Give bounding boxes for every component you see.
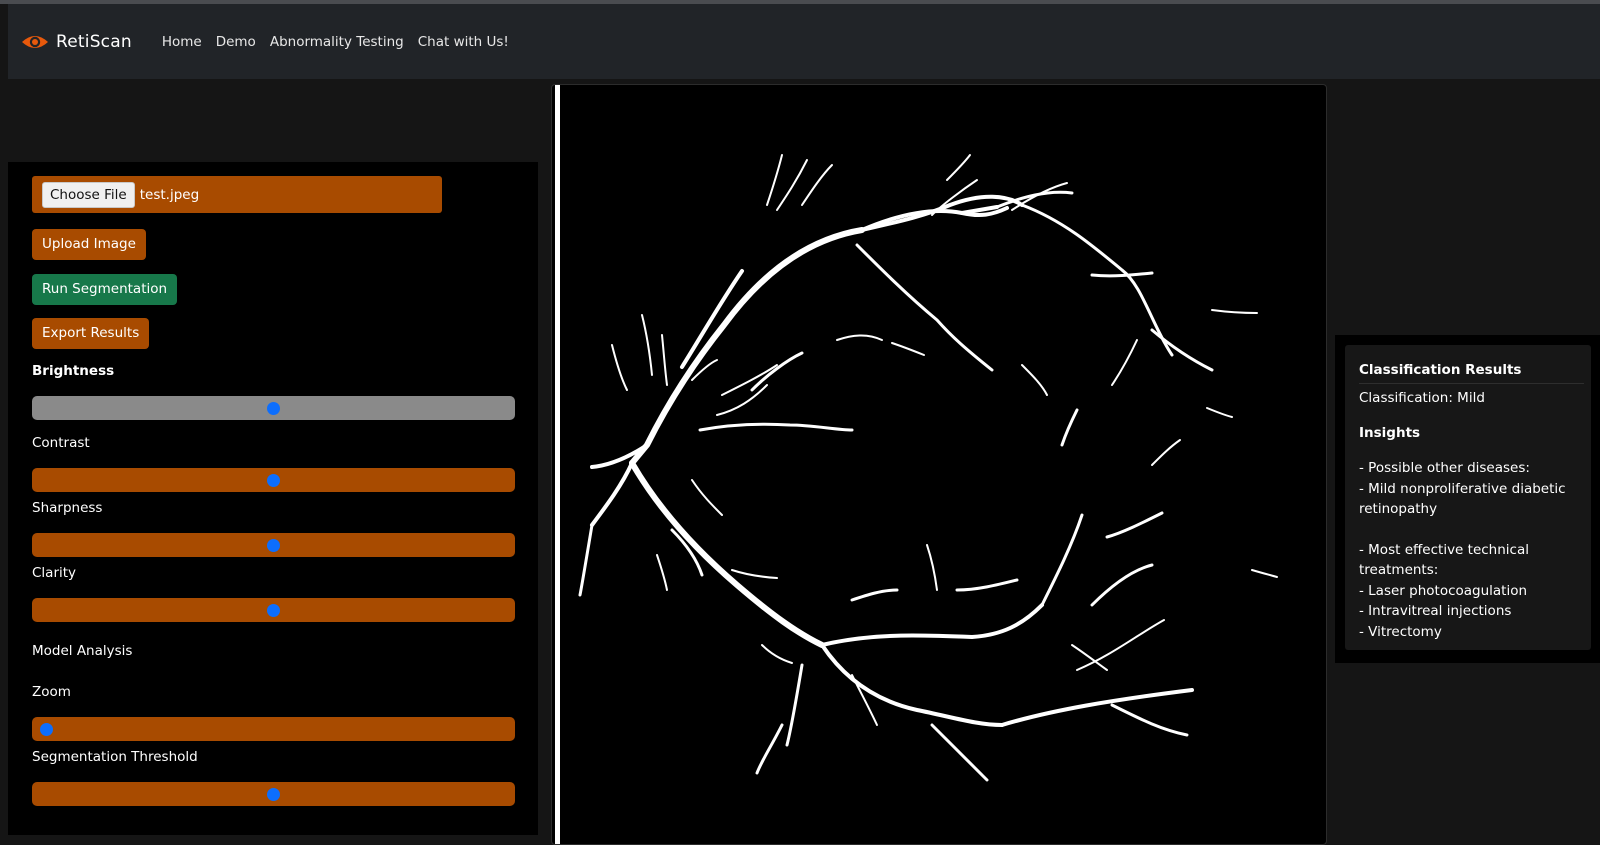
nav-abnormality-testing[interactable]: Abnormality Testing — [270, 34, 404, 50]
nav-chat[interactable]: Chat with Us! — [418, 34, 509, 50]
selected-file-name: test.jpeg — [139, 186, 200, 203]
insight-line: - Laser photocoagulation — [1359, 583, 1528, 599]
threshold-label: Segmentation Threshold — [32, 749, 198, 765]
threshold-slider[interactable] — [32, 782, 515, 806]
insight-line: - Possible other diseases: — [1359, 460, 1530, 476]
brightness-slider-thumb[interactable] — [267, 402, 280, 415]
insight-line: treatments: — [1359, 562, 1439, 578]
insight-line: retinopathy — [1359, 501, 1438, 517]
segmentation-image — [551, 84, 1327, 845]
results-panel: Classification Results Classification: M… — [1335, 335, 1600, 663]
contrast-label: Contrast — [32, 435, 90, 451]
file-picker[interactable]: Choose File test.jpeg — [32, 176, 442, 213]
clarity-slider[interactable] — [32, 598, 515, 622]
nav-home[interactable]: Home — [162, 34, 202, 50]
clarity-slider-thumb[interactable] — [267, 604, 280, 617]
eye-icon — [22, 35, 48, 48]
insights-title: Insights — [1359, 425, 1421, 441]
contrast-slider[interactable] — [32, 468, 515, 492]
brand-name: RetiScan — [56, 31, 132, 52]
insight-line: - Intravitreal injections — [1359, 603, 1512, 619]
insight-line: - Vitrectomy — [1359, 624, 1442, 640]
sharpness-slider[interactable] — [32, 533, 515, 557]
export-results-button[interactable]: Export Results — [32, 318, 150, 349]
contrast-slider-thumb[interactable] — [267, 474, 280, 487]
results-divider — [1359, 383, 1584, 384]
nav-demo[interactable]: Demo — [216, 34, 256, 50]
upload-image-button[interactable]: Upload Image — [32, 229, 146, 260]
navbar: RetiScan Home Demo Abnormality Testing C… — [8, 4, 1600, 79]
choose-file-button[interactable]: Choose File — [42, 181, 135, 208]
sharpness-slider-thumb[interactable] — [267, 539, 280, 552]
insight-line: - Most effective technical — [1359, 542, 1529, 558]
run-segmentation-button[interactable]: Run Segmentation — [32, 274, 178, 305]
zoom-slider[interactable] — [32, 717, 515, 741]
classification-text: Classification: Mild — [1359, 390, 1485, 406]
zoom-slider-thumb[interactable] — [39, 723, 53, 736]
controls-panel: Choose File test.jpeg Upload Image Run S… — [8, 162, 538, 835]
sharpness-label: Sharpness — [32, 500, 103, 516]
vessel-segmentation-map — [578, 154, 1278, 782]
brand-logo[interactable]: RetiScan — [21, 32, 132, 52]
nav-links: Home Demo Abnormality Testing Chat with … — [162, 34, 523, 50]
results-card: Classification Results Classification: M… — [1345, 345, 1591, 650]
results-title: Classification Results — [1359, 362, 1522, 378]
clarity-label: Clarity — [32, 565, 77, 581]
brightness-slider[interactable] — [32, 396, 515, 420]
insight-line: - Mild nonproliferative diabetic — [1359, 481, 1566, 497]
model-analysis-label: Model Analysis — [32, 643, 133, 659]
zoom-label: Zoom — [32, 684, 71, 700]
threshold-slider-thumb[interactable] — [267, 788, 280, 801]
brightness-label: Brightness — [32, 363, 115, 379]
